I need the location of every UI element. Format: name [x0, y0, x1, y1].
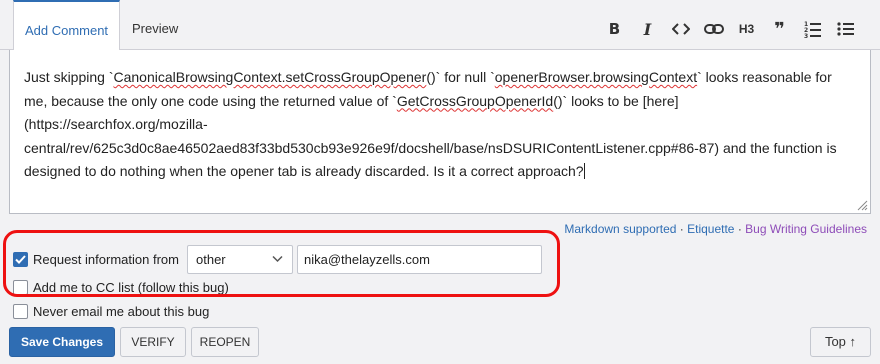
formatting-toolbar: B I H3 ❞ 1 2 3 [598, 18, 862, 40]
markdown-link[interactable]: Markdown supported [564, 222, 676, 236]
link-separator: · [734, 222, 746, 236]
top-button[interactable]: Top ↑ [810, 327, 871, 357]
comment-textarea[interactable]: Just skipping `CanonicalBrowsingContext.… [9, 50, 871, 214]
help-links: Markdown supported · Etiquette · Bug Wri… [564, 222, 867, 236]
bold-button[interactable]: B [598, 18, 631, 40]
resize-handle-icon[interactable] [856, 199, 868, 211]
quote-button[interactable]: ❞ [763, 18, 796, 40]
link-separator: · [676, 222, 688, 236]
italic-button[interactable]: I [631, 18, 664, 40]
reopen-button[interactable]: REOPEN [191, 327, 259, 357]
needinfo-select-value: other [196, 252, 226, 267]
comment-tabs: Add Comment Preview B I H3 ❞ 1 2 3 [0, 0, 880, 51]
code-button[interactable] [664, 18, 697, 40]
misspelled-word: CanonicalBrowsingContext.setCrossGroupOp… [113, 69, 427, 85]
cc-checkbox[interactable] [13, 280, 28, 295]
link-icon [703, 24, 724, 34]
tab-add-comment[interactable]: Add Comment [13, 0, 120, 51]
comment-text: ()` for null ` [426, 69, 495, 85]
never-email-label: Never email me about this bug [33, 304, 210, 319]
code-icon [671, 23, 690, 35]
bullet-list-button[interactable] [829, 18, 862, 40]
misspelled-word: GetCrossGroupOpenerId [396, 92, 554, 109]
bold-icon: B [608, 20, 621, 38]
needinfo-email-field[interactable] [297, 245, 542, 274]
etiquette-link[interactable]: Etiquette [687, 222, 734, 236]
italic-icon: I [643, 19, 652, 39]
heading-button[interactable]: H3 [730, 18, 763, 40]
needinfo-select[interactable]: other [187, 245, 293, 274]
svg-text:3: 3 [804, 33, 808, 38]
never-email-row: Never email me about this bug [13, 304, 209, 319]
verify-button[interactable]: VERIFY [120, 327, 186, 357]
bullet-list-icon [836, 22, 854, 36]
text-caret [583, 163, 585, 179]
needinfo-row: Request information from [13, 252, 179, 267]
bug-writing-guidelines-link[interactable]: Bug Writing Guidelines [745, 222, 867, 236]
cc-row: Add me to CC list (follow this bug) [13, 280, 229, 295]
quote-icon: ❞ [774, 18, 785, 40]
save-changes-button[interactable]: Save Changes [9, 327, 115, 357]
never-email-checkbox[interactable] [13, 304, 28, 319]
ordered-list-button[interactable]: 1 2 3 [796, 18, 829, 40]
misspelled-word: openerBrowser.browsingContext [494, 69, 698, 85]
heading-icon: H3 [738, 22, 755, 36]
cc-label: Add me to CC list (follow this bug) [33, 280, 229, 295]
needinfo-checkbox[interactable] [13, 252, 28, 267]
needinfo-label: Request information from [33, 252, 179, 267]
ordered-list-icon: 1 2 3 [804, 21, 821, 38]
chevron-down-icon [272, 255, 283, 263]
checkmark-icon [15, 255, 26, 264]
comment-text: Just skipping ` [24, 69, 114, 85]
link-button[interactable] [697, 18, 730, 40]
tab-preview[interactable]: Preview [132, 0, 178, 50]
